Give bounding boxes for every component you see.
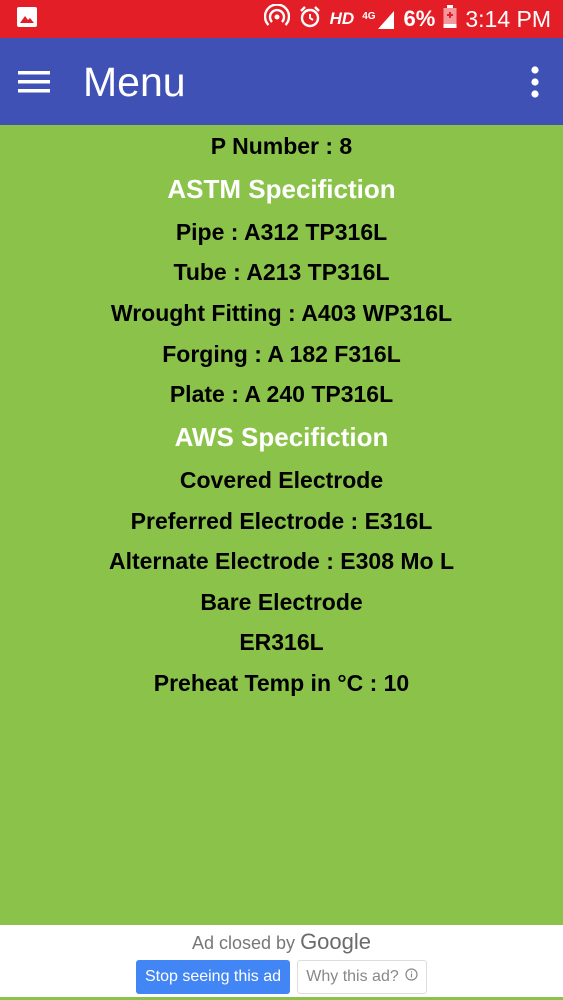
er-electrode-text: ER316L: [239, 629, 324, 655]
ad-closed-label: Ad closed by Google: [0, 929, 563, 955]
status-bar: HD 4G 6% 3:14 PM: [0, 0, 563, 38]
signal-type-label: 4G: [362, 11, 376, 22]
stop-seeing-ad-button[interactable]: Stop seeing this ad: [136, 960, 290, 994]
pipe-spec-text: Pipe : A312 TP316L: [175, 219, 388, 245]
battery-percent: 6%: [403, 6, 436, 31]
tube-spec-text: Tube : A213 TP316L: [173, 259, 390, 285]
astm-heading: ASTM Specifiction: [167, 174, 396, 204]
google-logo: Google: [300, 929, 372, 954]
battery-charging-icon: [443, 4, 457, 34]
image-icon: [16, 6, 38, 33]
hotspot-icon: [263, 2, 290, 35]
preheat-temp-text: Preheat Temp in °C : 10: [153, 670, 410, 696]
wrought-fitting-spec-text: Wrought Fitting : A403 WP316L: [110, 300, 453, 326]
plate-spec-text: Plate : A 240 TP316L: [169, 381, 394, 407]
app-bar: Menu: [0, 38, 563, 125]
spec-content: P Number : 8 ASTM Specifiction Pipe : A3…: [0, 125, 563, 925]
hamburger-menu-icon[interactable]: [10, 58, 58, 106]
ad-closed-text: Ad closed by: [191, 933, 296, 953]
covered-electrode-text: Covered Electrode: [179, 467, 384, 493]
why-this-ad-button[interactable]: Why this ad?: [297, 960, 427, 994]
why-this-ad-label: Why this ad?: [306, 968, 399, 985]
more-vert-icon[interactable]: [519, 58, 551, 106]
clock: 3:14 PM: [465, 5, 551, 32]
forging-spec-text: Forging : A 182 F316L: [162, 341, 401, 367]
bare-electrode-text: Bare Electrode: [200, 589, 363, 615]
alternate-electrode-text: Alternate Electrode : E308 Mo L: [108, 548, 455, 574]
signal-icon: 4G: [362, 8, 395, 30]
aws-heading: AWS Specifiction: [174, 422, 389, 452]
alarm-icon: [298, 5, 322, 34]
preferred-electrode-text: Preferred Electrode : E316L: [130, 508, 433, 534]
info-icon: [405, 968, 418, 986]
p-number-text: P Number : 8: [210, 133, 353, 159]
ad-banner: Ad closed by Google Stop seeing this ad …: [0, 925, 563, 1000]
page-title: Menu: [83, 59, 186, 105]
network-type-label: HD: [329, 9, 355, 28]
